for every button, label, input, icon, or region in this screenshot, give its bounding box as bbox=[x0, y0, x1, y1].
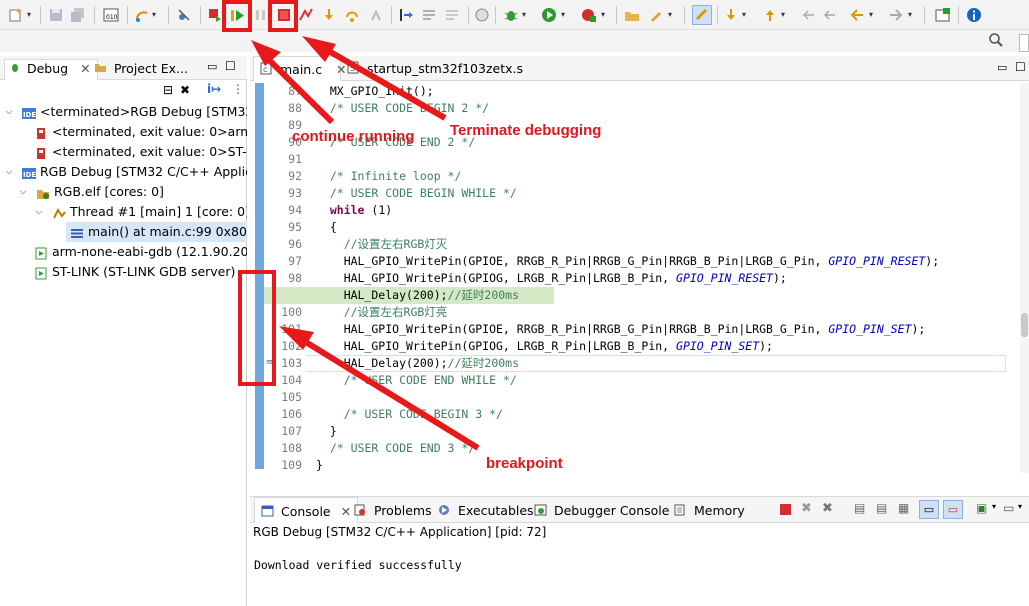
terminate-label: Terminate debugging bbox=[450, 122, 602, 139]
breakpoint-label: breakpoint bbox=[486, 455, 563, 472]
continue-label: continue running bbox=[292, 128, 415, 145]
annotation-arrows bbox=[251, 36, 480, 451]
terminate-arrow bbox=[302, 36, 447, 121]
breakpoint-arrow bbox=[279, 326, 480, 451]
